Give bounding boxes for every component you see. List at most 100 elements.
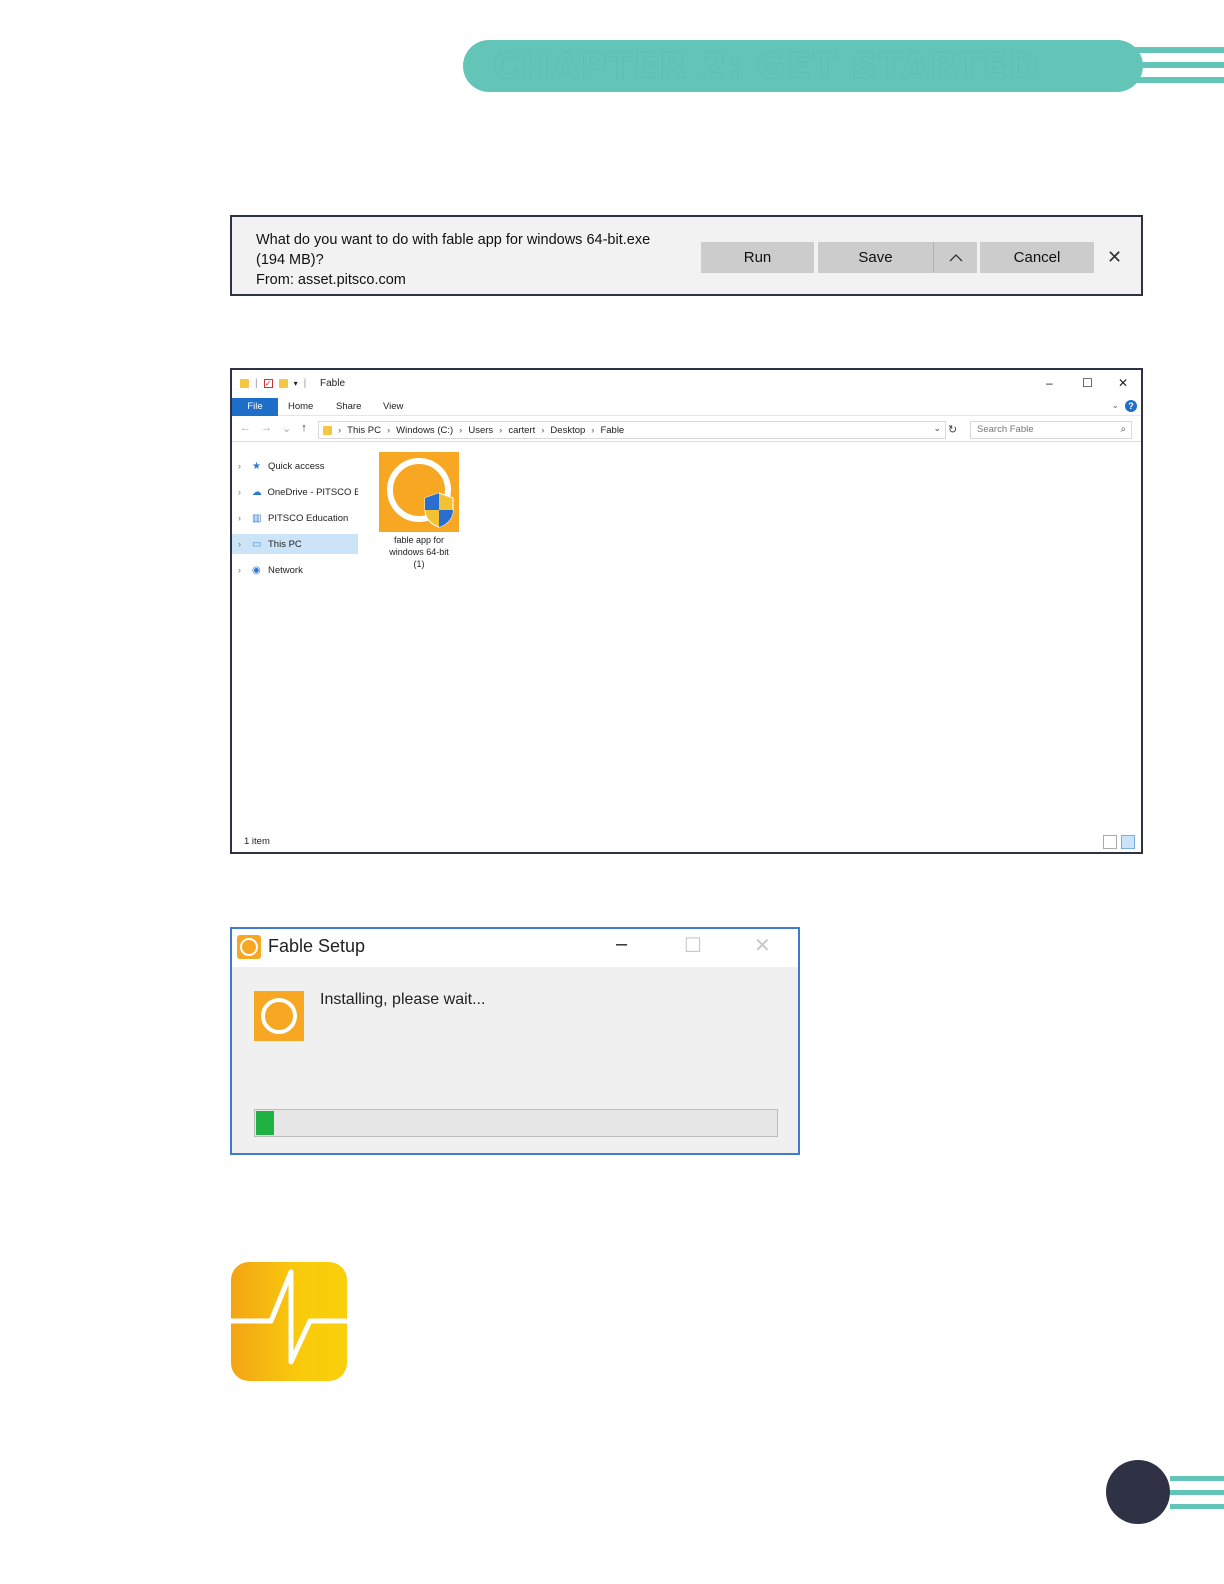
nav-item-pitsco[interactable]: › ▥ PITSCO Education	[232, 508, 358, 528]
nav-item-this-pc[interactable]: › ▭ This PC	[232, 534, 358, 554]
folder-icon[interactable]	[240, 379, 249, 388]
expand-ribbon-icon[interactable]: ⌄	[1111, 400, 1119, 411]
breadcrumb-item[interactable]: Users	[468, 425, 493, 436]
nav-item-label: PITSCO Education	[268, 512, 349, 524]
page-rule	[1170, 1490, 1224, 1495]
fable-logo-icon	[231, 1262, 347, 1381]
nav-item-onedrive[interactable]: › ☁ OneDrive - PITSCO Ed	[232, 482, 358, 502]
breadcrumb-item[interactable]: Windows (C:)	[396, 425, 453, 436]
chevron-down-icon[interactable]: ⌄	[933, 423, 941, 434]
chevron-right-icon[interactable]: ›	[238, 565, 252, 575]
search-placeholder: Search Fable	[977, 424, 1034, 435]
search-icon: ⌕	[1120, 424, 1126, 435]
up-icon[interactable]: ↑	[301, 422, 307, 435]
install-progress-bar	[254, 1109, 778, 1137]
download-message-line: (194 MB)?	[256, 252, 324, 268]
nav-item-quick-access[interactable]: › ★ Quick access	[232, 456, 358, 476]
file-label-line: fable app for	[393, 535, 445, 545]
tab-file[interactable]: File	[232, 398, 278, 416]
pulse-icon	[231, 1269, 347, 1365]
chevron-right-icon[interactable]: ›	[238, 487, 252, 497]
chapter-title: CHAPTER 2: GET STARTED	[492, 46, 1040, 88]
uac-shield-icon	[424, 492, 454, 528]
nav-item-label: Quick access	[268, 460, 325, 472]
maximize-icon: ☐	[684, 935, 702, 957]
tab-share[interactable]: Share	[328, 398, 369, 416]
computer-icon: ▭	[252, 538, 262, 550]
nav-buttons: ← → ⌄ ↑	[240, 422, 307, 435]
minimize-icon[interactable]: –	[616, 933, 627, 956]
ribbon: File Home Share View ⌄ ?	[232, 398, 1141, 416]
refresh-icon[interactable]: ↻	[948, 423, 957, 436]
close-icon: ✕	[754, 935, 771, 957]
explorer-title: Fable	[320, 378, 346, 389]
forward-icon[interactable]: →	[261, 422, 272, 435]
explorer-titlebar: | ✓ ▾ | Fable – ☐ ✕	[232, 370, 1141, 398]
help-icon[interactable]: ?	[1125, 400, 1137, 412]
properties-icon[interactable]: ✓	[263, 379, 273, 388]
download-source: From: asset.pitsco.com	[256, 272, 406, 288]
nav-item-label: OneDrive - PITSCO Ed	[267, 486, 358, 498]
breadcrumb-item[interactable]: This PC	[347, 425, 381, 436]
page-rule	[1170, 1476, 1224, 1481]
chevron-right-icon[interactable]: ›	[238, 539, 252, 549]
close-icon[interactable]: ✕	[1107, 247, 1122, 268]
chevron-right-icon: ›	[459, 424, 463, 436]
maximize-icon[interactable]: ☐	[1082, 376, 1093, 390]
chevron-right-icon: ›	[499, 424, 503, 436]
file-label: fable app for windows 64-bit (1)	[374, 534, 464, 570]
run-button[interactable]: Run	[701, 242, 814, 273]
chevron-right-icon: ›	[591, 424, 595, 436]
view-switcher	[1103, 835, 1135, 849]
chevron-up-icon	[949, 254, 962, 262]
back-icon[interactable]: ←	[240, 422, 251, 435]
save-button[interactable]: Save	[818, 242, 933, 273]
star-icon: ★	[252, 460, 261, 472]
minimize-icon[interactable]: –	[1046, 376, 1053, 390]
fable-app-icon	[237, 935, 261, 959]
cancel-button[interactable]: Cancel	[980, 242, 1094, 273]
save-options-button[interactable]	[933, 242, 977, 273]
file-label-line: (1)	[413, 559, 425, 569]
separator-icon: |	[255, 378, 258, 389]
install-progress-fill	[256, 1111, 275, 1135]
chapter-header: CHAPTER 2: GET STARTED	[463, 40, 1224, 92]
status-bar-text: 1 item	[244, 836, 270, 847]
nav-item-label: Network	[268, 564, 303, 576]
breadcrumb-item[interactable]: cartert	[508, 425, 535, 436]
chevron-right-icon: ›	[386, 424, 391, 436]
download-message: What do you want to do with fable app fo…	[256, 230, 650, 290]
install-status: Installing, please wait...	[320, 991, 486, 1008]
breadcrumb-item[interactable]: Fable	[600, 425, 624, 436]
nav-item-label: This PC	[268, 538, 302, 550]
page-rule	[1170, 1504, 1224, 1509]
tab-home[interactable]: Home	[280, 398, 321, 416]
search-input[interactable]: Search Fable ⌕	[970, 421, 1132, 439]
chevron-right-icon[interactable]: ›	[238, 461, 252, 471]
chevron-right-icon: ›	[338, 424, 342, 436]
large-icons-view-icon[interactable]	[1121, 835, 1135, 849]
recent-dropdown-icon[interactable]: ⌄	[282, 422, 291, 435]
quick-access-toolbar: | ✓ ▾ |	[240, 378, 306, 389]
setup-title: Fable Setup	[268, 936, 366, 956]
chevron-right-icon: ›	[541, 424, 545, 436]
details-view-icon[interactable]	[1103, 835, 1117, 849]
customize-dropdown-icon[interactable]: ▾	[294, 379, 298, 388]
new-folder-icon[interactable]	[278, 379, 288, 388]
file-item[interactable]: fable app for windows 64-bit (1)	[374, 452, 464, 570]
chevron-right-icon[interactable]: ›	[238, 513, 252, 523]
close-icon[interactable]: ✕	[1118, 376, 1128, 390]
chapter-rule	[1133, 62, 1224, 68]
tab-view[interactable]: View	[375, 398, 411, 416]
address-bar[interactable]: › This PC › Windows (C:) › Users › carte…	[318, 421, 946, 439]
download-bar: What do you want to do with fable app fo…	[230, 215, 1143, 296]
nav-item-network[interactable]: › ◉ Network	[232, 560, 358, 580]
fable-logo-icon	[254, 991, 304, 1041]
folder-icon	[323, 425, 332, 435]
chapter-rule	[1133, 77, 1224, 83]
breadcrumb-item[interactable]: Desktop	[550, 425, 585, 436]
explorer-window: | ✓ ▾ | Fable – ☐ ✕ File Home Share View…	[230, 368, 1143, 854]
chapter-rule	[1133, 47, 1224, 53]
setup-titlebar: Fable Setup – ☐ ✕	[232, 929, 798, 967]
cloud-icon: ☁	[251, 486, 262, 498]
